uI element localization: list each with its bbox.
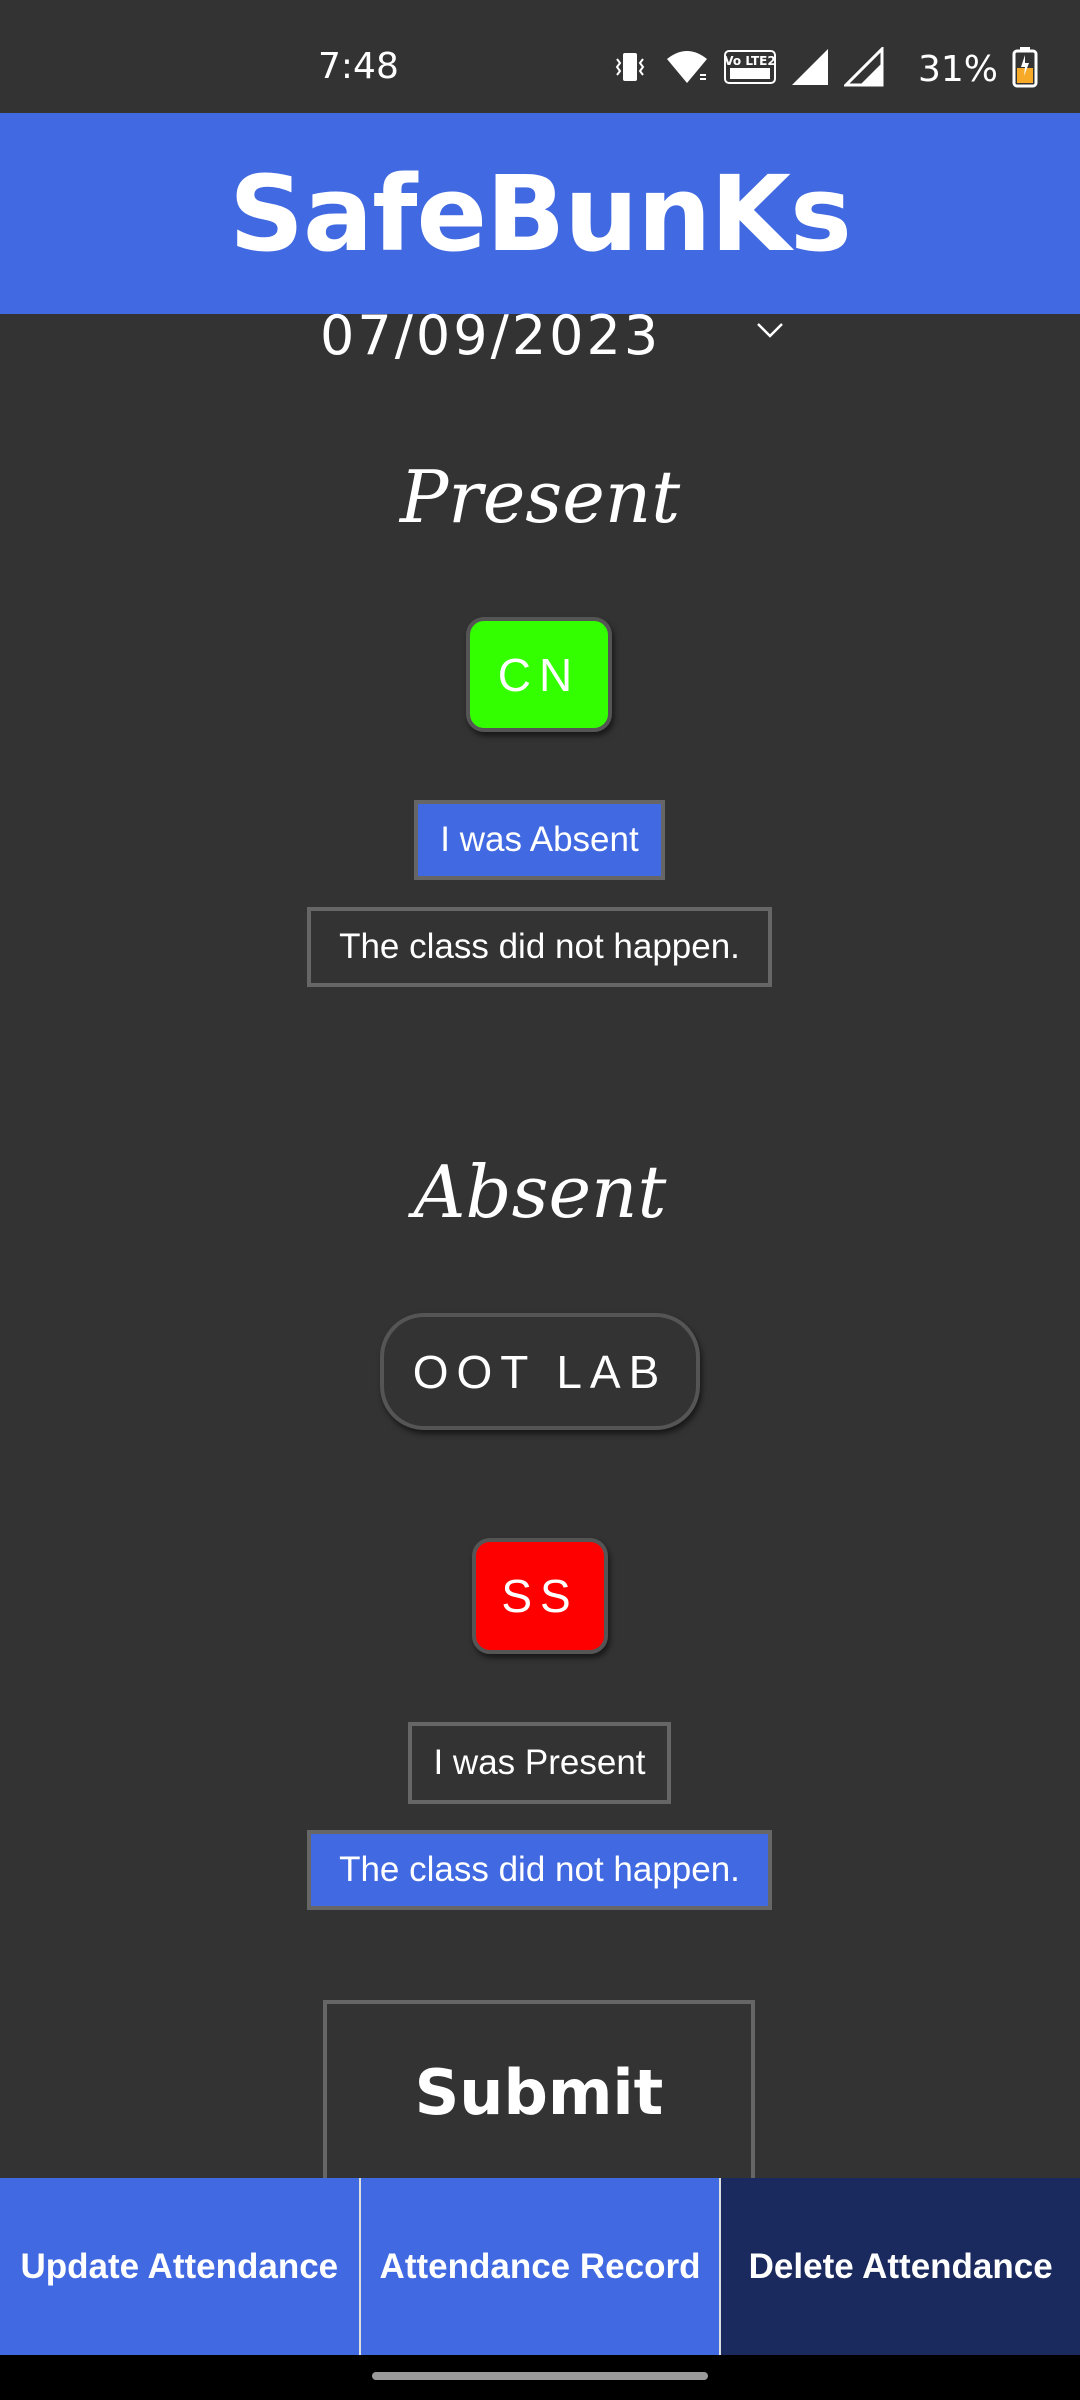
status-time: 7:48 <box>318 46 399 87</box>
app-header: SafeBunKs <box>0 113 1080 314</box>
status-bar: 7:48 Vo LTE2 31% <box>0 0 1080 113</box>
chevron-down-icon <box>755 320 785 345</box>
i-was-present-button[interactable]: I was Present <box>408 1722 671 1804</box>
update-attendance-tab[interactable]: Update Attendance <box>0 2178 361 2355</box>
volte-icon: Vo LTE2 <box>724 47 776 92</box>
absent-heading: Absent <box>413 1150 667 1234</box>
bottom-nav: Update Attendance Attendance Record Dele… <box>0 2178 1080 2355</box>
class-did-not-happen-button[interactable]: The class did not happen. <box>307 1830 772 1910</box>
date-select[interactable]: 07/09/2023 <box>320 300 800 370</box>
date-value: 07/09/2023 <box>320 303 662 367</box>
button-label: The class did not happen. <box>339 927 740 966</box>
submit-label: Submit <box>414 2055 664 2129</box>
volte-text: Vo LTE2 <box>724 54 775 68</box>
wifi-icon <box>664 47 710 92</box>
subject-label: OOT LAB <box>412 1345 668 1398</box>
tab-label: Attendance Record <box>379 2246 701 2286</box>
home-gesture-handle[interactable] <box>372 2372 708 2380</box>
subject-label: CN <box>497 648 581 701</box>
subject-cn[interactable]: CN <box>466 617 612 732</box>
signal-icon <box>842 44 884 92</box>
app-title: SafeBunKs <box>229 152 852 275</box>
button-label: I was Present <box>433 1743 646 1782</box>
subject-label: SS <box>501 1570 579 1622</box>
tab-label: Delete Attendance <box>748 2246 1053 2286</box>
tab-label: Update Attendance <box>20 2246 339 2286</box>
button-label: The class did not happen. <box>339 1850 740 1889</box>
attendance-record-tab[interactable]: Attendance Record <box>360 2178 722 2355</box>
delete-attendance-tab[interactable]: Delete Attendance <box>721 2178 1080 2355</box>
subject-ss[interactable]: SS <box>472 1538 608 1654</box>
battery-percent: 31% <box>918 48 999 90</box>
status-icons: Vo LTE2 31% <box>610 44 1038 94</box>
present-heading: Present <box>399 455 681 539</box>
class-did-not-happen-button[interactable]: The class did not happen. <box>307 907 772 987</box>
submit-button[interactable]: Submit <box>323 2000 755 2180</box>
vibrate-icon <box>610 47 650 92</box>
battery-charging-icon <box>1012 46 1038 93</box>
gesture-bar <box>0 2355 1080 2400</box>
i-was-absent-button[interactable]: I was Absent <box>414 800 665 880</box>
button-label: I was Absent <box>440 820 639 859</box>
signal-icon <box>790 47 830 92</box>
subject-oot-lab[interactable]: OOT LAB <box>380 1313 700 1430</box>
